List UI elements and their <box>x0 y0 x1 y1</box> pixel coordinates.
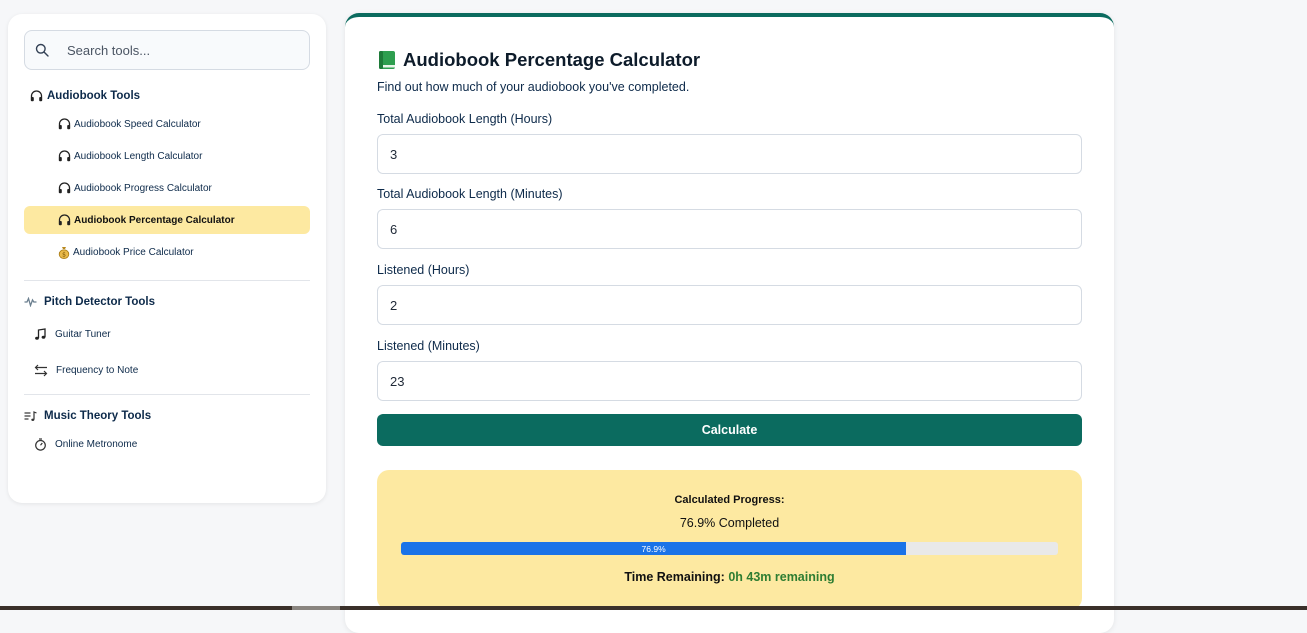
headphones-icon <box>58 150 71 162</box>
sidebar-item-audiobook-progress-calculator[interactable]: Audiobook Progress Calculator <box>24 174 310 202</box>
sidebar-item-label: Guitar Tuner <box>55 329 111 340</box>
field-label: Total Audiobook Length (Hours) <box>377 112 1082 126</box>
progress-bar-fill: 76.9% <box>401 542 906 555</box>
music-list-icon <box>24 411 37 422</box>
category-pitch-detector-tools[interactable]: Pitch Detector Tools <box>24 296 310 308</box>
sidebar-item-online-metronome[interactable]: Online Metronome <box>24 434 310 454</box>
swap-arrows-icon <box>34 364 48 377</box>
progress-bar: 76.9% <box>401 542 1058 555</box>
money-bag-icon: $ <box>58 246 70 259</box>
field-label: Listened (Hours) <box>377 263 1082 277</box>
calculator-card: Audiobook Percentage Calculator Find out… <box>345 13 1114 633</box>
svg-text:$: $ <box>62 251 66 258</box>
field-group-listened-hours: Listened (Hours) <box>377 263 1082 325</box>
headphones-icon <box>58 118 71 130</box>
search-input[interactable] <box>67 31 297 69</box>
sidebar-item-frequency-to-note[interactable]: Frequency to Note <box>24 360 310 380</box>
sidebar-item-label: Audiobook Percentage Calculator <box>74 215 235 226</box>
sidebar: Audiobook Tools Audiobook Speed Calculat… <box>8 14 326 503</box>
time-remaining-label: Time Remaining: <box>624 570 724 584</box>
headphones-icon <box>58 182 71 194</box>
page-title-text: Audiobook Percentage Calculator <box>403 49 700 71</box>
result-label: Calculated Progress: <box>377 494 1082 506</box>
divider <box>24 280 310 281</box>
time-remaining-value: 0h 43m remaining <box>728 570 834 584</box>
field-group-listened-minutes: Listened (Minutes) <box>377 339 1082 401</box>
page-title: Audiobook Percentage Calculator <box>377 49 1082 71</box>
waveform-icon <box>24 297 37 307</box>
green-book-icon <box>377 50 397 70</box>
sidebar-item-label: Audiobook Progress Calculator <box>74 183 212 194</box>
listened-hours-input[interactable] <box>377 285 1082 325</box>
total-minutes-input[interactable] <box>377 209 1082 249</box>
sidebar-item-label: Audiobook Speed Calculator <box>74 119 201 130</box>
total-hours-input[interactable] <box>377 134 1082 174</box>
category-title: Audiobook Tools <box>47 90 140 102</box>
sidebar-item-audiobook-speed-calculator[interactable]: Audiobook Speed Calculator <box>24 110 310 138</box>
search-box[interactable] <box>24 30 310 70</box>
headphones-icon <box>58 214 71 226</box>
time-remaining: Time Remaining: 0h 43m remaining <box>377 570 1082 584</box>
sidebar-item-label: Audiobook Length Calculator <box>74 151 202 162</box>
result-panel: Calculated Progress: 76.9% Completed 76.… <box>377 470 1082 610</box>
sidebar-item-audiobook-price-calculator[interactable]: $ Audiobook Price Calculator <box>24 238 310 266</box>
headphones-icon <box>30 90 43 102</box>
page-subtitle: Find out how much of your audiobook you'… <box>377 80 1082 94</box>
sidebar-item-guitar-tuner[interactable]: Guitar Tuner <box>24 324 310 344</box>
category-music-theory-tools[interactable]: Music Theory Tools <box>24 410 310 422</box>
sidebar-item-label: Online Metronome <box>55 439 137 450</box>
field-label: Total Audiobook Length (Minutes) <box>377 187 1082 201</box>
field-group-total-minutes: Total Audiobook Length (Minutes) <box>377 187 1082 249</box>
sidebar-item-label: Frequency to Note <box>56 365 138 376</box>
sidebar-item-label: Audiobook Price Calculator <box>73 247 194 258</box>
category-title: Pitch Detector Tools <box>44 296 155 308</box>
music-note-icon <box>34 328 47 341</box>
timer-icon <box>34 438 47 451</box>
search-icon <box>35 43 49 57</box>
field-label: Listened (Minutes) <box>377 339 1082 353</box>
divider <box>24 394 310 395</box>
taskbar-segment <box>292 606 340 610</box>
category-title: Music Theory Tools <box>44 410 151 422</box>
taskbar-strip <box>0 606 1307 610</box>
calculate-button[interactable]: Calculate <box>377 414 1082 446</box>
sidebar-item-audiobook-percentage-calculator[interactable]: Audiobook Percentage Calculator <box>24 206 310 234</box>
field-group-total-hours: Total Audiobook Length (Hours) <box>377 112 1082 174</box>
listened-minutes-input[interactable] <box>377 361 1082 401</box>
sidebar-item-audiobook-length-calculator[interactable]: Audiobook Length Calculator <box>24 142 310 170</box>
category-audiobook-tools[interactable]: Audiobook Tools <box>24 90 310 102</box>
result-value: 76.9% Completed <box>377 516 1082 530</box>
